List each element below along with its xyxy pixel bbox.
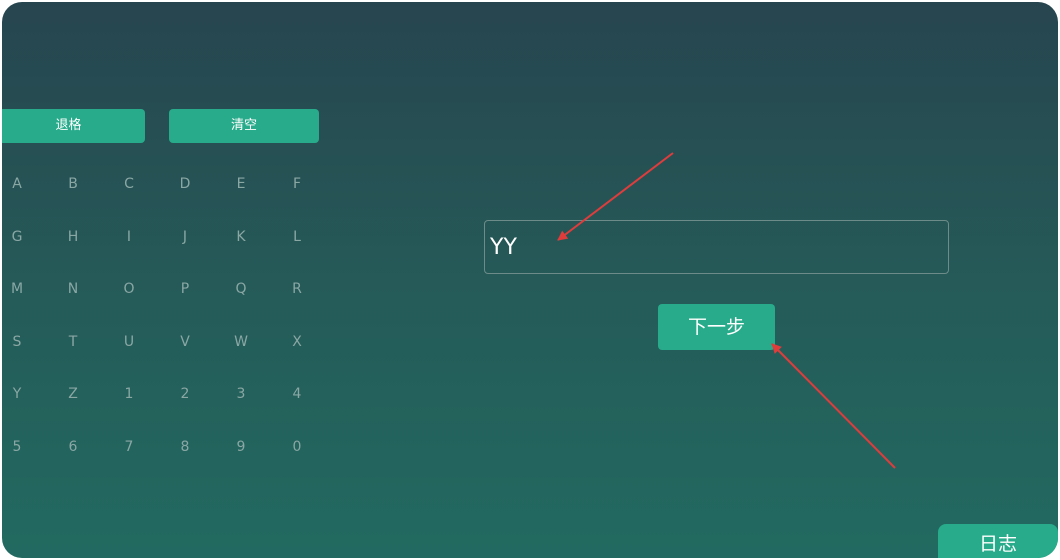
annotation-arrow-input (557, 152, 674, 241)
annotation-arrows (557, 152, 896, 469)
annotation-arrow-next (771, 343, 896, 469)
